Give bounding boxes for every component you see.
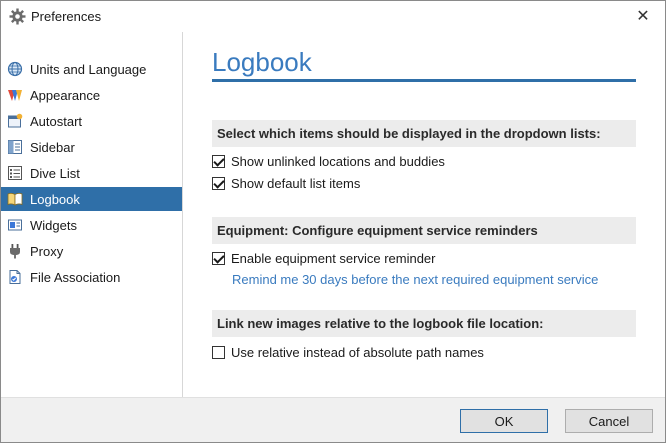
section-header-dropdown: Select which items should be displayed i…: [212, 120, 636, 147]
window-title: Preferences: [31, 9, 102, 24]
close-icon: ✕: [636, 7, 650, 25]
sidebar-item-label: Sidebar: [30, 139, 75, 155]
sidebar-item-logbook[interactable]: Logbook: [1, 187, 182, 211]
checkbox-label: Enable equipment service reminder: [231, 250, 436, 266]
sidebar-item-label: File Association: [30, 269, 121, 285]
list-icon: [7, 165, 23, 181]
palette-icon: [7, 87, 23, 103]
sidebar-item-proxy[interactable]: Proxy: [1, 239, 182, 263]
checkbox-label: Show unlinked locations and buddies: [231, 153, 445, 169]
sidebar-item-label: Dive List: [30, 165, 80, 181]
checkbox-row-service-reminder[interactable]: Enable equipment service reminder: [212, 248, 436, 268]
book-icon: [7, 191, 23, 207]
title-bar: Preferences ✕: [1, 1, 665, 32]
widgets-icon: [7, 217, 23, 233]
sidebar-item-widgets[interactable]: Widgets: [1, 213, 182, 237]
sidebar-item-file-association[interactable]: File Association: [1, 265, 182, 289]
sidebar-item-units-and-language[interactable]: Units and Language: [1, 57, 182, 81]
reminder-days-link[interactable]: Remind me 30 days before the next requir…: [232, 272, 598, 287]
section-header-images: Link new images relative to the logbook …: [212, 310, 636, 337]
show-default-checkbox[interactable]: [212, 176, 225, 190]
sidebar-item-appearance[interactable]: Appearance: [1, 83, 182, 107]
service-reminder-checkbox[interactable]: [212, 251, 225, 265]
sidebar-item-autostart[interactable]: Autostart: [1, 109, 182, 133]
checkbox-label: Show default list items: [231, 175, 361, 191]
sidebar-item-sidebar[interactable]: Sidebar: [1, 135, 182, 159]
title-underline: [212, 79, 636, 82]
button-bar: OK Cancel: [1, 397, 665, 442]
autostart-icon: [7, 113, 23, 129]
sidebar-item-label: Widgets: [30, 217, 77, 233]
checkbox-row-show-unlinked[interactable]: Show unlinked locations and buddies: [212, 151, 445, 171]
relative-path-checkbox[interactable]: [212, 345, 225, 359]
cancel-button[interactable]: Cancel: [565, 409, 653, 433]
globe-icon: [7, 61, 23, 77]
plug-icon: [7, 243, 23, 259]
checkbox-row-relative-path[interactable]: Use relative instead of absolute path na…: [212, 342, 484, 362]
ok-button[interactable]: OK: [460, 409, 548, 433]
page-title: Logbook: [212, 47, 312, 77]
sidebar-item-label: Proxy: [30, 243, 64, 259]
sidebar: Units and Language Appearance Autostart …: [1, 32, 183, 397]
section-header-equipment: Equipment: Configure equipment service r…: [212, 217, 636, 244]
content-panel: Logbook Select which items should be dis…: [184, 32, 665, 397]
show-unlinked-checkbox[interactable]: [212, 154, 225, 168]
checkbox-row-show-default[interactable]: Show default list items: [212, 173, 360, 193]
sidebar-item-label: Appearance: [30, 87, 101, 103]
gear-icon: [9, 8, 26, 25]
sidebar-item-label: Units and Language: [30, 61, 147, 77]
preferences-window: Preferences ✕ Units and Language Appeara…: [0, 0, 666, 443]
close-button[interactable]: ✕: [621, 1, 665, 32]
file-association-icon: [7, 269, 23, 285]
sidebar-item-dive-list[interactable]: Dive List: [1, 161, 182, 185]
sidebar-panel-icon: [7, 139, 23, 155]
sidebar-item-label: Logbook: [30, 191, 80, 207]
sidebar-item-label: Autostart: [30, 113, 83, 129]
checkbox-label: Use relative instead of absolute path na…: [231, 344, 484, 360]
